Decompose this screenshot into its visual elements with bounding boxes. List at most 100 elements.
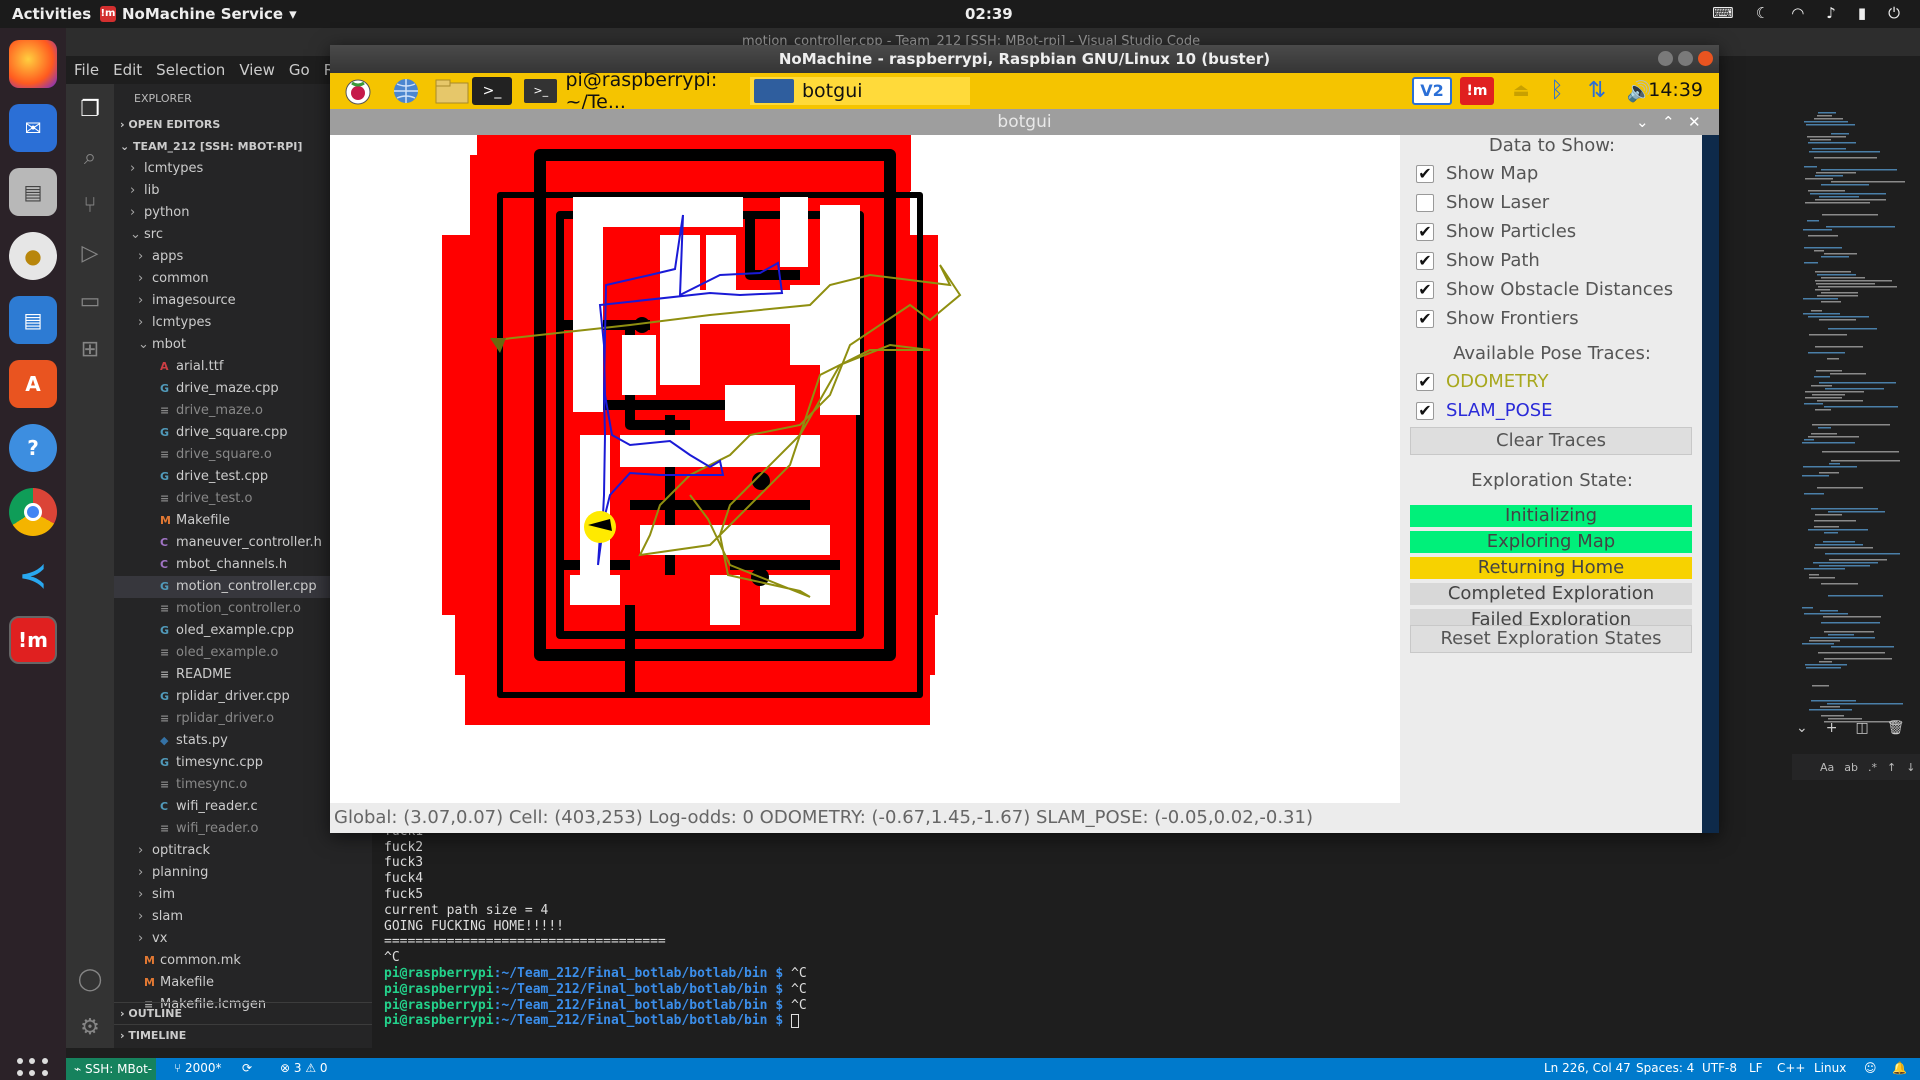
chevron-down-icon[interactable]: ⌄ (1796, 720, 1808, 736)
language-mode[interactable]: C++ (1777, 1061, 1806, 1075)
extensions-icon[interactable]: ⊞ (74, 334, 106, 366)
taskbar-botgui[interactable]: botgui (750, 77, 970, 105)
reset-exploration-states-button[interactable]: Reset Exploration States (1410, 625, 1692, 653)
menu-view[interactable]: View (239, 61, 275, 79)
gear-icon[interactable]: ⚙ (74, 1012, 106, 1044)
minimize-button[interactable] (1658, 51, 1673, 66)
explorer-icon[interactable]: ❐ (74, 94, 106, 126)
checkbox-row[interactable]: ✔ Show Path (1416, 250, 1540, 271)
checkbox-checked[interactable]: ✔ (1416, 401, 1434, 420)
trash-icon[interactable]: 🗑 (1887, 720, 1905, 736)
tree-file[interactable]: M Makefile (114, 972, 372, 994)
checkbox-unchecked[interactable] (1416, 193, 1434, 212)
tree-folder[interactable]: › slam (114, 906, 372, 928)
occupancy-map-view[interactable] (330, 135, 1400, 803)
tree-folder[interactable]: › sim (114, 884, 372, 906)
outline-section[interactable]: › OUTLINE (114, 1002, 372, 1024)
firefox-icon[interactable] (9, 40, 57, 88)
cursor-position[interactable]: Ln 226, Col 47 (1544, 1061, 1631, 1075)
tree-folder[interactable]: › vx (114, 928, 372, 950)
maximize-button[interactable] (1678, 51, 1693, 66)
tree-file[interactable]: Mcommon.mk (114, 950, 372, 972)
nomachine-tray-icon[interactable]: !m (1460, 77, 1494, 105)
checkbox-checked[interactable]: ✔ (1416, 309, 1434, 328)
checkbox-row[interactable]: ✔ ODOMETRY (1416, 371, 1548, 392)
checkbox-row[interactable]: ✔ Show Frontiers (1416, 308, 1579, 329)
arrow-up-icon[interactable]: ↑ (1887, 761, 1896, 774)
app-menu[interactable]: !m NoMachine Service ▾ (100, 5, 297, 23)
minimap[interactable] (1796, 108, 1914, 728)
arrow-down-icon[interactable]: ↓ (1906, 761, 1915, 774)
checkbox-row[interactable]: ✔ Show Obstacle Distances (1416, 279, 1673, 300)
timeline-section[interactable]: › TIMELINE (114, 1024, 372, 1046)
writer-icon[interactable]: ▤ (9, 296, 57, 344)
activities-button[interactable]: Activities (12, 5, 91, 23)
tree-folder[interactable]: › planning (114, 862, 372, 884)
checkbox-row[interactable]: ✔ SLAM_POSE (1416, 400, 1553, 421)
keyboard-icon[interactable]: ⌨ (1712, 4, 1734, 22)
regex-icon[interactable]: .* (1868, 761, 1877, 774)
split-terminal-icon[interactable]: ◫ (1855, 720, 1868, 736)
show-applications-icon[interactable] (17, 1058, 49, 1080)
power-icon[interactable]: ⏻ (1888, 4, 1900, 22)
checkbox-checked[interactable]: ✔ (1416, 222, 1434, 241)
menu-go[interactable]: Go (289, 61, 310, 79)
new-terminal-icon[interactable]: + (1826, 720, 1838, 736)
menu-file[interactable]: File (74, 61, 99, 79)
checkbox-checked[interactable]: ✔ (1416, 251, 1434, 270)
run-debug-icon[interactable]: ▷ (74, 238, 106, 270)
close-icon[interactable]: ✕ (1688, 109, 1701, 135)
checkbox-row[interactable]: Show Laser (1416, 192, 1549, 213)
thunderbird-icon[interactable]: ✉ (9, 104, 57, 152)
problems-indicator[interactable]: ⊗ 3 ⚠ 0 (280, 1061, 328, 1075)
nomachine-icon[interactable]: !m (9, 616, 57, 664)
web-browser-icon[interactable] (386, 77, 426, 105)
checkbox-checked[interactable]: ✔ (1416, 280, 1434, 299)
software-center-icon[interactable]: A (9, 360, 57, 408)
chevron-down-icon[interactable]: ⌄ (1636, 109, 1649, 135)
checkbox-checked[interactable]: ✔ (1416, 372, 1434, 391)
wifi-icon[interactable]: ◠ (1791, 4, 1804, 22)
raspberry-menu-icon[interactable] (338, 77, 378, 105)
system-tray[interactable]: ⌨ ☾ ◠ ♪ ▮ ⏻ (1712, 4, 1900, 22)
checkbox-row[interactable]: ✔ Show Particles (1416, 221, 1576, 242)
rhythmbox-icon[interactable]: ● (9, 232, 57, 280)
vnc-icon[interactable]: V2 (1412, 77, 1452, 105)
find-widget[interactable]: Aa ab .* ↑ ↓ ✕ (1792, 754, 1920, 780)
vscode-icon[interactable]: ≺ (9, 552, 57, 600)
sync-icon[interactable]: ⟳ (242, 1061, 252, 1075)
menu-edit[interactable]: Edit (113, 61, 142, 79)
end-of-line[interactable]: LF (1749, 1061, 1763, 1075)
account-icon[interactable]: ◯ (74, 964, 106, 996)
eject-icon[interactable]: ⏏ (1506, 77, 1536, 105)
terminal-launcher-icon[interactable]: >_ (472, 77, 512, 105)
search-icon[interactable]: ⌕ (74, 142, 106, 174)
clock[interactable]: 02:39 (965, 5, 1013, 23)
match-case-icon[interactable]: Aa (1820, 761, 1834, 774)
chrome-icon[interactable] (9, 488, 57, 536)
night-light-icon[interactable]: ☾ (1756, 4, 1769, 22)
bluetooth-icon[interactable]: ᛒ (1542, 77, 1572, 105)
help-icon[interactable]: ? (9, 424, 57, 472)
clear-traces-button[interactable]: Clear Traces (1410, 427, 1692, 455)
taskbar-terminal[interactable]: >_ pi@raspberrypi: ~/Te... (520, 69, 748, 113)
remote-explorer-icon[interactable]: ▭ (74, 286, 106, 318)
menu-selection[interactable]: Selection (156, 61, 225, 79)
checkbox-checked[interactable]: ✔ (1416, 164, 1434, 183)
encoding[interactable]: UTF-8 (1702, 1061, 1737, 1075)
checkbox-row[interactable]: ✔ Show Map (1416, 163, 1538, 184)
close-button[interactable] (1698, 51, 1713, 66)
battery-icon[interactable]: ▮ (1858, 4, 1866, 22)
tree-folder[interactable]: › optitrack (114, 840, 372, 862)
indentation[interactable]: Spaces: 4 (1636, 1061, 1694, 1075)
bell-icon[interactable]: 🔔 (1892, 1061, 1907, 1075)
chevron-up-icon[interactable]: ⌃ (1662, 109, 1675, 135)
feedback-icon[interactable]: ☺ (1864, 1061, 1877, 1075)
source-control-icon[interactable]: ⑂ (74, 190, 106, 222)
platform[interactable]: Linux (1814, 1061, 1846, 1075)
panel-clock[interactable]: 14:39 (1648, 79, 1703, 101)
file-manager-icon[interactable] (432, 77, 472, 105)
files-icon[interactable]: ▤ (9, 168, 57, 216)
remote-indicator[interactable]: ⌁ SSH: MBot-rpi (66, 1058, 156, 1080)
volume-icon[interactable]: ♪ (1826, 4, 1836, 22)
